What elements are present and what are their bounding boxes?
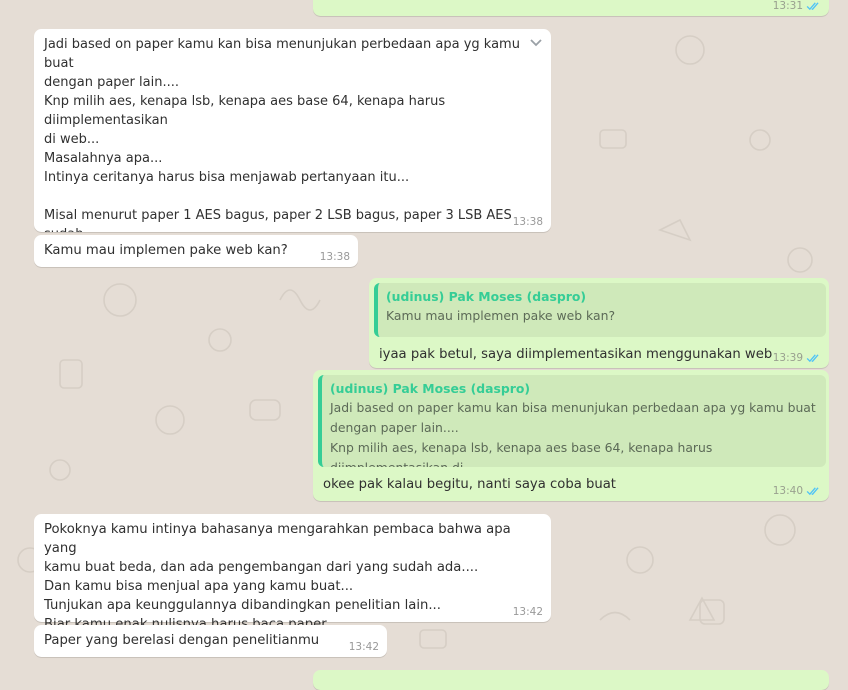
message-text: Pokoknya kamu intinya bahasanya mengarah… [44, 522, 511, 632]
chevron-down-icon[interactable] [523, 36, 543, 50]
message-time: 13:42 [348, 641, 379, 653]
message-bubble-incoming[interactable]: Jadi based on paper kamu kan bisa menunj… [34, 29, 551, 232]
double-check-icon [806, 487, 819, 496]
message-bubble-incoming[interactable]: Pokoknya kamu intinya bahasanya mengarah… [34, 514, 551, 632]
message-meta: 13:38 [320, 250, 350, 264]
quote-author: (udinus) Pak Moses (daspro) [386, 289, 586, 304]
quoted-message[interactable]: (udinus) Pak Moses (daspro) Jadi based o… [318, 375, 826, 467]
double-check-icon [806, 2, 819, 11]
message-time: 13:38 [512, 216, 543, 228]
message-bubble-outgoing[interactable]: 13:31 [313, 0, 829, 16]
message-time: 13:39 [772, 352, 803, 364]
message-time: 13:40 [772, 485, 803, 497]
message-text: iyaa pak betul, saya diimplementasikan m… [379, 347, 773, 362]
quote-text: Kamu mau implemen pake web kan? [386, 308, 616, 323]
message-bubble-incoming[interactable]: Paper yang berelasi dengan penelitianmu … [34, 625, 387, 657]
quote-author: (udinus) Pak Moses (daspro) [330, 381, 530, 396]
message-time: 13:31 [772, 0, 803, 12]
message-bubble-incoming[interactable]: Kamu mau implemen pake web kan? 13:38 [34, 235, 358, 267]
message-text: Paper yang berelasi dengan penelitianmu [44, 633, 320, 648]
message-bubble-outgoing[interactable] [313, 670, 829, 690]
message-text: Kamu mau implemen pake web kan? [44, 243, 288, 258]
message-meta: 13:40 [773, 484, 821, 498]
message-text: okee pak kalau begitu, nanti saya coba b… [323, 477, 616, 492]
message-meta: 13:39 [773, 351, 821, 365]
message-bubble-outgoing[interactable]: (udinus) Pak Moses (daspro) Jadi based o… [313, 370, 829, 501]
message-meta: 13:42 [349, 640, 379, 654]
message-time: 13:42 [512, 606, 543, 618]
quote-text: Jadi based on paper kamu kan bisa menunj… [330, 400, 816, 467]
message-text: Jadi based on paper kamu kan bisa menunj… [44, 37, 520, 232]
message-bubble-outgoing[interactable]: (udinus) Pak Moses (daspro) Kamu mau imp… [369, 278, 829, 368]
message-meta: 13:42 [513, 605, 543, 619]
quoted-message[interactable]: (udinus) Pak Moses (daspro) Kamu mau imp… [374, 283, 826, 337]
message-time: 13:38 [319, 251, 350, 263]
message-meta: 13:31 [773, 0, 821, 13]
double-check-icon [806, 354, 819, 363]
message-meta: 13:38 [513, 215, 543, 229]
